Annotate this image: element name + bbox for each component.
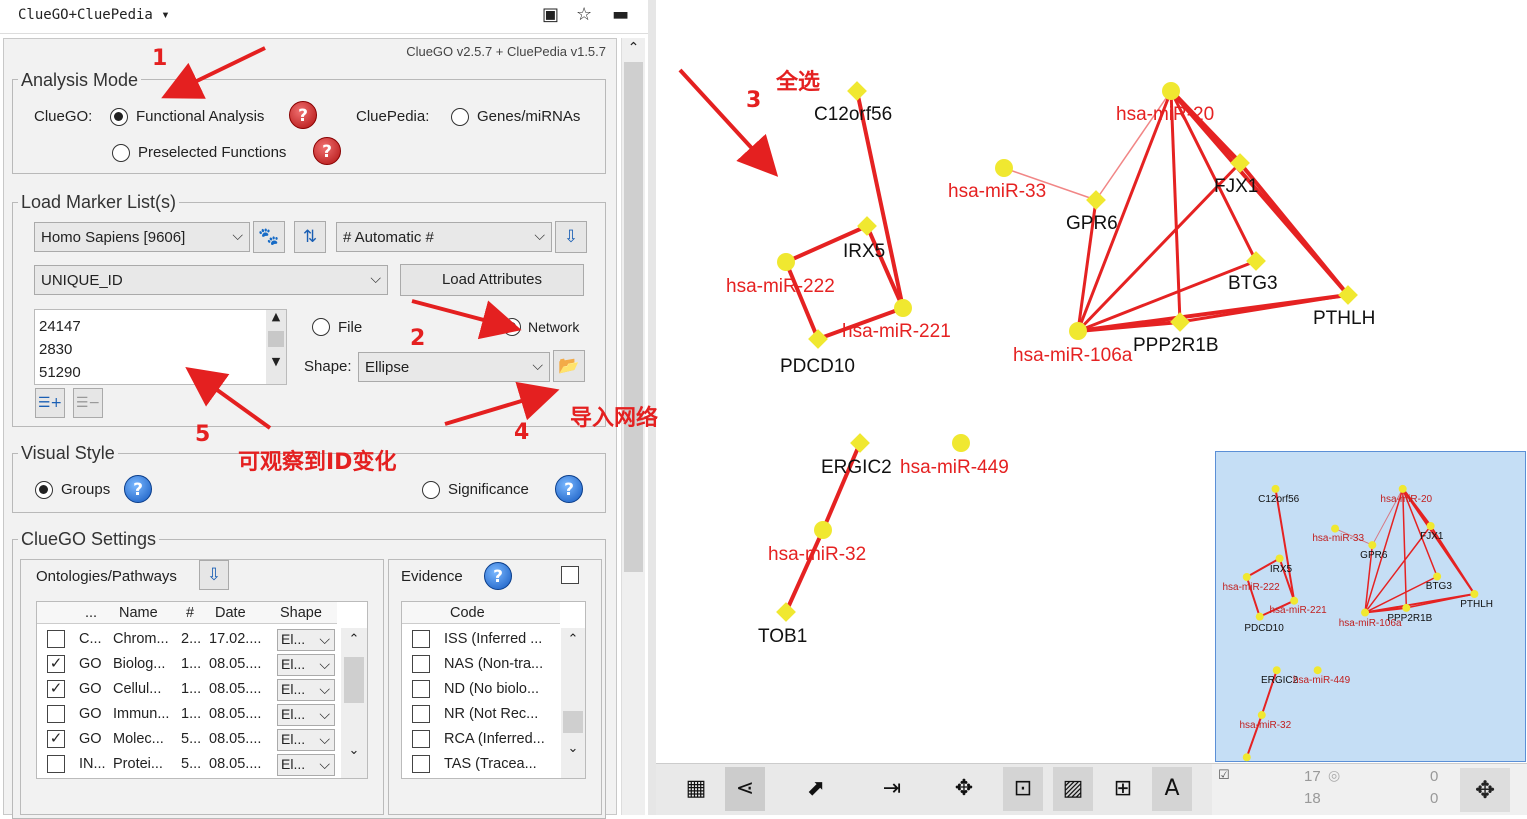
overview-label: hsa-miR-33	[1312, 533, 1365, 545]
network-edge[interactable]	[865, 225, 905, 309]
eye-hidden-icon: ◎	[1328, 768, 1341, 784]
network-node[interactable]	[995, 159, 1013, 177]
annotation-number-5: 5	[195, 422, 211, 447]
network-node[interactable]	[847, 81, 867, 101]
overview-label: BTG3	[1425, 580, 1452, 592]
overview-label: IRX5	[1269, 564, 1293, 576]
network-node[interactable]	[894, 299, 912, 317]
network-node[interactable]	[952, 434, 970, 452]
overview-label: PDCD10	[1244, 623, 1284, 635]
network-node[interactable]	[1246, 251, 1266, 271]
network-edge[interactable]	[784, 529, 825, 613]
layout-icon[interactable]: ✥	[944, 767, 984, 811]
overview-node	[1433, 572, 1442, 581]
overview-node	[1313, 666, 1322, 675]
node-label: hsa-miR-106a	[1013, 345, 1133, 366]
node-label: hsa-miR-222	[726, 276, 835, 297]
node-label: TOB1	[758, 626, 808, 647]
overview-label: PPP2R1B	[1387, 612, 1433, 624]
overview-node	[1290, 596, 1299, 605]
annotation-import-network: 导入网络	[570, 406, 659, 431]
node-label: IRX5	[843, 241, 886, 262]
select-edges-icon[interactable]: ▨	[1053, 767, 1093, 811]
node-label: hsa-miR-449	[900, 457, 1009, 478]
overview-edge[interactable]	[1401, 488, 1408, 608]
annotation-number-2: 2	[410, 326, 426, 351]
overview-node	[1257, 711, 1266, 720]
overview-node	[1402, 603, 1411, 612]
overview-label: hsa-miR-20	[1380, 493, 1433, 505]
export-file-icon[interactable]: ⇥	[872, 767, 912, 811]
node-count: 17	[1304, 768, 1321, 785]
node-label: FJX1	[1214, 176, 1259, 197]
overview-label: hsa-miR-222	[1222, 582, 1280, 594]
overview-label: GPR6	[1360, 549, 1388, 561]
annotation-observe-id: 可观察到ID变化	[238, 450, 397, 475]
network-node[interactable]	[814, 521, 832, 539]
share-network-icon[interactable]: ⋖	[725, 767, 765, 811]
overview-node	[1426, 522, 1435, 531]
annotation-number-3: 3	[746, 88, 762, 113]
hidden-edge-count: 0	[1430, 790, 1439, 807]
network-node[interactable]	[1069, 322, 1087, 340]
annotation-number-1: 1	[152, 46, 168, 71]
overview-label: hsa-miR-221	[1269, 605, 1327, 617]
checkbox-icon: ☑	[1218, 768, 1230, 783]
select-nodes-icon[interactable]: ⊡	[1003, 767, 1043, 811]
export-icon[interactable]: ⬈	[796, 767, 836, 811]
network-node[interactable]	[777, 253, 795, 271]
overview-node	[1361, 608, 1370, 617]
overview-label: PTHLH	[1460, 598, 1493, 610]
text-selection-icon[interactable]: A	[1152, 767, 1192, 811]
overview-label: C12orf56	[1258, 493, 1300, 505]
overview-node	[1331, 524, 1340, 533]
network-node[interactable]	[850, 433, 870, 453]
overview-label: FJX1	[1420, 530, 1444, 542]
node-label: hsa-miR-221	[842, 321, 951, 342]
grid-view-icon[interactable]: ▦	[676, 767, 716, 811]
status-bar: ☑ 17 ◎ 18 0 0 ✥	[1212, 763, 1527, 815]
node-label: PPP2R1B	[1133, 335, 1219, 356]
node-label: hsa-miR-32	[768, 544, 867, 565]
node-label: GPR6	[1066, 213, 1118, 234]
overview-label: hsa-miR-449	[1292, 675, 1351, 687]
edge-count: 18	[1304, 790, 1321, 807]
network-edge[interactable]	[784, 261, 820, 340]
overview-label: hsa-miR-32	[1239, 720, 1292, 732]
overview-node	[1242, 753, 1251, 762]
annotation-select-all: 全选	[776, 70, 821, 95]
fit-network-icon[interactable]: ✥	[1460, 768, 1510, 812]
overview-node	[1271, 484, 1280, 493]
network-overview[interactable]: C12orf56 hsa-miR-20 hsa-miR-33 GPR6 FJX1 IRX5…	[1215, 451, 1526, 773]
overview-node	[1272, 666, 1281, 675]
node-label: hsa-miR-33	[948, 181, 1047, 202]
annotation-number-4: 4	[514, 420, 530, 445]
node-label: PDCD10	[780, 356, 855, 377]
network-node[interactable]	[857, 216, 877, 236]
network-node[interactable]	[1086, 190, 1106, 210]
overview-node	[1275, 554, 1284, 563]
overview-node	[1255, 612, 1264, 621]
overview-node	[1398, 484, 1407, 493]
node-label: hsa-miR-20	[1116, 104, 1215, 125]
hidden-count: 0	[1430, 768, 1439, 785]
node-label: C12orf56	[814, 104, 893, 125]
select-annotations-icon[interactable]: ⊞	[1103, 767, 1143, 811]
network-node[interactable]	[1162, 82, 1180, 100]
network-node[interactable]	[776, 602, 796, 622]
overview-node	[1470, 589, 1479, 598]
overview-node	[1368, 541, 1377, 550]
network-edge[interactable]	[1076, 90, 1173, 332]
node-label: BTG3	[1228, 273, 1278, 294]
node-label: PTHLH	[1313, 308, 1376, 329]
node-label: ERGIC2	[821, 457, 892, 478]
network-node[interactable]	[808, 329, 828, 349]
overview-node	[1242, 573, 1251, 581]
